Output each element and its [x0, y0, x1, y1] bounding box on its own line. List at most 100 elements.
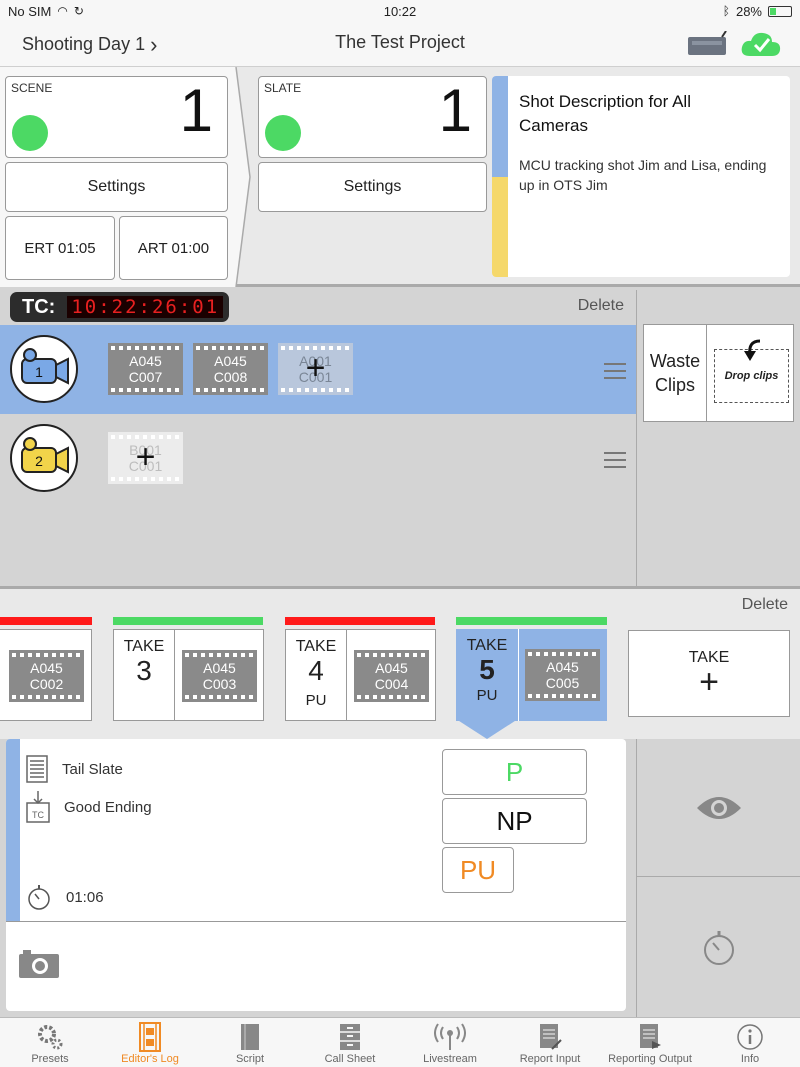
take-duration: 01:06 — [26, 883, 104, 911]
scene-slate-panel: SCENE 1 Settings ERT 01:05 ART 01:00 SLA… — [0, 67, 800, 287]
tab-label: Editor's Log — [121, 1053, 179, 1065]
svg-text:1: 1 — [35, 364, 43, 380]
stopwatch-button[interactable] — [637, 878, 800, 1016]
clip-a045-c003[interactable]: A045 C003 — [182, 650, 257, 702]
tab-info[interactable]: Info — [700, 1018, 800, 1067]
device-status-icon[interactable] — [686, 30, 728, 62]
takes-delete-button[interactable]: Delete — [742, 596, 788, 614]
scene-number: 1 — [179, 77, 213, 144]
pickup-button[interactable]: PU — [442, 847, 514, 893]
new-take-button[interactable]: TAKE + — [628, 630, 790, 717]
ert-button[interactable]: ERT 01:05 — [5, 216, 115, 280]
gears-icon — [38, 1025, 63, 1050]
take-card-5-selected[interactable]: TAKE 5 PU A045 C005 — [456, 629, 607, 739]
tab-livestream[interactable]: Livestream — [400, 1018, 500, 1067]
slate-counter[interactable]: SLATE 1 — [258, 76, 487, 158]
slate-settings-button[interactable]: Settings — [258, 162, 487, 212]
scene-counter[interactable]: SCENE 1 — [5, 76, 228, 158]
cloud-sync-icon[interactable] — [740, 30, 782, 63]
panel-arrow-divider — [228, 67, 251, 287]
plus-icon: + — [135, 438, 156, 476]
tab-call-sheet[interactable]: Call Sheet — [300, 1018, 400, 1067]
preview-button[interactable] — [637, 739, 800, 877]
drop-clips-label: Drop clips — [724, 370, 779, 382]
take-word: TAKE — [295, 638, 337, 655]
take-pu-label: PU — [476, 687, 498, 704]
clip-a045-c002[interactable]: A045 C002 — [9, 650, 84, 702]
report-icon — [540, 1024, 562, 1050]
tab-report-input[interactable]: Report Input — [500, 1018, 600, 1067]
tail-slate-toggle[interactable]: Tail Slate — [26, 755, 123, 783]
svg-text:TC: TC — [32, 810, 44, 820]
take-status-bar — [0, 617, 92, 625]
take-card-4[interactable]: TAKE 4 PU A045 C004 — [285, 629, 436, 721]
take-word: TAKE — [466, 637, 508, 654]
tab-label: Report Input — [519, 1053, 581, 1065]
tab-label: Reporting Output — [608, 1053, 692, 1065]
clip-a045-c007[interactable]: A045 C007 — [108, 343, 183, 395]
print-button[interactable]: P — [442, 749, 587, 795]
clock: 10:22 — [383, 3, 417, 19]
timecode-value: 10:22:26:01 — [67, 296, 224, 318]
camera-1-color-bar — [6, 739, 20, 922]
waste-clips-box[interactable]: Waste Clips Drop clips — [643, 324, 794, 422]
take-status-bar — [113, 617, 263, 625]
tab-label: Presets — [31, 1053, 69, 1065]
art-button[interactable]: ART 01:00 — [119, 216, 228, 280]
eye-icon — [697, 796, 741, 819]
clip-a045-c004[interactable]: A045 C004 — [354, 650, 429, 702]
slate-status-dot — [265, 115, 301, 151]
tail-slate-label: Tail Slate — [62, 760, 123, 778]
camera-2-reorder-handle[interactable] — [604, 452, 626, 468]
curved-arrow-icon — [740, 339, 764, 368]
duration-value: 01:06 — [66, 888, 104, 906]
take-word: TAKE — [123, 638, 165, 655]
good-ending-toggle[interactable]: TC Good Ending — [26, 791, 152, 823]
clip-a045-c005[interactable]: A045 C005 — [525, 649, 600, 701]
take-status-bar — [285, 617, 435, 625]
clip-a045-c008[interactable]: A045 C008 — [193, 343, 268, 395]
antenna-icon — [434, 1023, 466, 1050]
tab-editors-log[interactable]: Editor's Log — [100, 1018, 200, 1067]
good-ending-label: Good Ending — [64, 798, 152, 816]
status-bar: No SIM ◠ ↻ 10:22 ᛒ 28% — [0, 0, 800, 22]
camera-row-2[interactable]: 2 B001 C001 + — [0, 414, 636, 503]
stopwatch-icon — [704, 931, 734, 965]
camera-2-color-bar — [492, 177, 508, 277]
add-clip-camera-2-button[interactable]: B001 C001 + — [108, 432, 183, 484]
tab-presets[interactable]: Presets — [0, 1018, 100, 1067]
take-card-2[interactable]: A045 C002 — [0, 629, 92, 721]
camera-photo-icon[interactable] — [18, 949, 60, 984]
tab-label: Script — [235, 1053, 265, 1065]
cabinet-icon — [340, 1024, 360, 1050]
scene-settings-button[interactable]: Settings — [5, 162, 228, 212]
camera-1-color-bar — [492, 76, 508, 177]
book-icon — [241, 1024, 259, 1050]
take-number: 3 — [136, 655, 152, 686]
camera-2-icon[interactable]: 2 — [10, 424, 78, 492]
takes-strip: Delete A045 C002 TAKE 3 A045 C003 TAKE 4… — [0, 586, 800, 739]
cameras-delete-button[interactable]: Delete — [578, 297, 624, 315]
waste-clips-label: Waste Clips — [644, 325, 707, 421]
take-side-panel — [636, 739, 800, 1017]
tab-label: Livestream — [423, 1053, 477, 1065]
tab-reporting-output[interactable]: Reporting Output — [600, 1018, 700, 1067]
tc-download-icon: TC — [26, 791, 50, 823]
report-output-icon — [640, 1024, 661, 1049]
film-icon — [139, 1022, 161, 1052]
tab-script[interactable]: Script — [200, 1018, 300, 1067]
shot-description-text: MCU tracking shot Jim and Lisa, ending u… — [519, 157, 767, 193]
take-number: 4 — [308, 655, 324, 686]
camera-1-icon[interactable]: 1 — [10, 335, 78, 403]
shot-description-card[interactable]: Shot Description for All Cameras MCU tra… — [492, 76, 790, 277]
take-status-bar — [456, 617, 607, 625]
camera-row-1[interactable]: 1 A045 C007 A045 C008 A001 C001 + — [0, 325, 636, 414]
timecode-display: TC: 10:22:26:01 — [10, 292, 229, 322]
no-print-button[interactable]: NP — [442, 798, 587, 844]
add-clip-camera-1-button[interactable]: A001 C001 + — [278, 343, 353, 395]
camera-1-reorder-handle[interactable] — [604, 363, 626, 379]
take-number: 5 — [479, 654, 495, 685]
scene-status-dot — [12, 115, 48, 151]
slate-lines-icon — [26, 755, 48, 783]
take-card-3[interactable]: TAKE 3 A045 C003 — [113, 629, 264, 721]
